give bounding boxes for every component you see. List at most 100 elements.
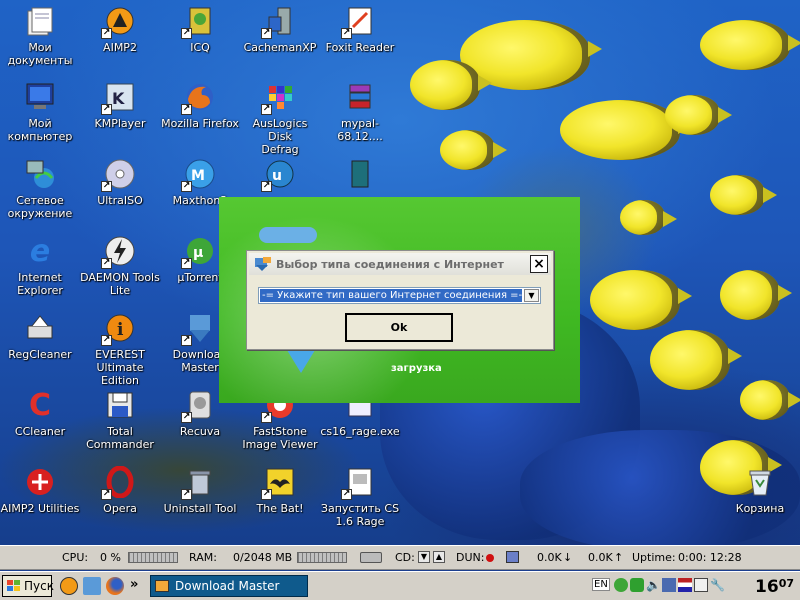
taskbar-button-download-master[interactable]: Download Master	[150, 575, 308, 597]
app-icon: u ↗	[261, 157, 297, 192]
ram-meter	[297, 552, 347, 563]
desktop-icon-daemon-tools[interactable]: ↗ DAEMON Tools Lite	[80, 234, 160, 297]
splash-caption: загрузка	[391, 363, 442, 374]
svg-text:K: K	[112, 89, 125, 108]
language-indicator[interactable]: EN	[592, 578, 610, 591]
upload-speed: 0.0K	[588, 551, 613, 564]
exe-file-icon: ↗	[341, 465, 377, 500]
desktop-icon-icq[interactable]: ↗ ICQ	[160, 4, 240, 54]
cd-up-button[interactable]: ▲	[433, 551, 445, 563]
network-tray-icon[interactable]	[662, 578, 676, 592]
desktop-icon-my-documents[interactable]: Мои документы	[0, 4, 80, 67]
icon-label: cs16_rage.exe	[320, 425, 400, 438]
desktop-icon-cachemanxp[interactable]: ↗ CachemanXP	[240, 4, 320, 54]
svg-text:u: u	[272, 168, 282, 184]
cpu-label: CPU:	[62, 551, 89, 564]
start-label: Пуск	[24, 579, 54, 593]
bat-icon: ↗	[261, 465, 297, 500]
tools-tray-icon[interactable]: 🔧	[710, 578, 725, 592]
download-master-quicklaunch-icon[interactable]	[83, 577, 101, 595]
start-button[interactable]: Пуск	[2, 575, 54, 597]
cd-label: CD:	[395, 551, 415, 564]
icon-label: UltraISO	[97, 194, 143, 207]
desktop-icon-opera[interactable]: ↗ Opera	[80, 465, 160, 515]
ok-button[interactable]: Ok	[345, 313, 453, 342]
icon-label: KMPlayer	[94, 117, 146, 130]
desktop-icon-network[interactable]: Сетевое окружение	[0, 157, 80, 220]
svg-text:M: M	[191, 168, 205, 184]
quicklaunch-chevron[interactable]: »	[130, 577, 138, 592]
cpu-value: 0 %	[100, 551, 121, 564]
cd-down-button[interactable]: ▼	[418, 551, 430, 563]
firefox-icon: ↗	[181, 80, 217, 115]
desktop-icon-auslogics[interactable]: ↗ AusLogics Disk Defrag	[240, 80, 320, 156]
desktop-icon-foxit[interactable]: ↗ Foxit Reader	[320, 4, 400, 54]
desktop-icon-ccleaner[interactable]: C CCleaner	[0, 388, 80, 439]
icon-label: Opera	[103, 502, 137, 515]
icon-label: Foxit Reader	[325, 41, 395, 54]
desktop-icon-everest[interactable]: i ↗ EVEREST Ultimate Edition	[80, 311, 160, 387]
icon-label: FastStone Image Viewer	[242, 425, 318, 451]
aimp2-quicklaunch-icon[interactable]	[60, 577, 78, 595]
dun-label: DUN:	[456, 551, 485, 564]
clock-hour: 16	[755, 577, 779, 597]
download-speed: 0.0K	[537, 551, 562, 564]
desktop-icon-my-computer[interactable]: Мой компьютер	[0, 80, 80, 143]
desktop-icon-hidden-1[interactable]: u ↗	[240, 157, 320, 194]
firefox-quicklaunch-icon[interactable]	[106, 577, 124, 595]
desktop-icon-mypal[interactable]: mypal-68.12....	[320, 80, 400, 143]
icon-label: Сетевое окружение	[7, 194, 73, 220]
desktop-icon-run-cs[interactable]: ↗ Запустить CS 1.6 Rage	[320, 465, 400, 528]
desktop-icon-ultraiso[interactable]: ↗ UltraISO	[80, 157, 160, 207]
daemon-tools-icon: ↗	[101, 234, 137, 269]
computer-icon	[23, 80, 57, 114]
desktop-icon-aimp2-utilities[interactable]: AIMP2 Utilities	[0, 465, 80, 515]
desktop-icon-the-bat[interactable]: ↗ The Bat!	[240, 465, 320, 515]
desktop-icon-regcleaner[interactable]: RegCleaner	[0, 311, 80, 361]
icon-label: Total Commander	[86, 425, 154, 451]
taskbar: Пуск » Download Master EN 🔈 🔧 1607	[0, 571, 800, 600]
icon-label: Мой компьютер	[7, 117, 73, 143]
uptime-label: Uptime:	[632, 551, 676, 564]
tray-icon-green[interactable]	[630, 578, 644, 592]
icon-label: mypal-68.12....	[337, 117, 383, 143]
desktop-icon-uninstall-tool[interactable]: ↗ Uninstall Tool	[160, 465, 240, 515]
aimp2-icon: ↗	[101, 4, 137, 39]
icon-label: Internet Explorer	[17, 271, 63, 297]
connection-type-dialog: Выбор типа соединения с Интернет × -= Ук…	[246, 250, 554, 350]
dialog-titlebar[interactable]: Выбор типа соединения с Интернет ×	[249, 253, 551, 275]
desktop-icon-recycle-bin[interactable]: Корзина	[720, 465, 800, 515]
clock[interactable]: 1607	[755, 577, 794, 597]
close-button[interactable]: ×	[530, 255, 548, 273]
opera-icon: ↗	[101, 465, 137, 500]
recycle-bin-icon	[743, 465, 777, 499]
svg-text:i: i	[117, 320, 124, 340]
flag-tray-icon[interactable]	[678, 578, 692, 592]
download-master-icon	[155, 580, 169, 592]
speaker-icon[interactable]: 🔈	[646, 578, 661, 592]
icon-label: Мои документы	[7, 41, 73, 67]
icon-label: Uninstall Tool	[163, 502, 237, 515]
chevron-down-icon[interactable]: ▼	[524, 289, 539, 302]
desktop-icon-aimp2[interactable]: ↗ AIMP2	[80, 4, 160, 54]
dialog-title: Выбор типа соединения с Интернет	[276, 257, 504, 271]
desktop-icon-firefox[interactable]: ↗ Mozilla Firefox	[160, 80, 240, 130]
dun-status-icon	[486, 554, 494, 562]
desktop-icon-hidden-2[interactable]	[320, 157, 400, 194]
icon-label: CachemanXP	[243, 41, 317, 54]
icon-label: The Bat!	[256, 502, 304, 515]
icon-label: RegCleaner	[8, 348, 72, 361]
arrow-down-icon: ↓	[563, 551, 573, 564]
icon-label: Mozilla Firefox	[161, 117, 239, 130]
network-icon	[506, 551, 519, 563]
ram-label: RAM:	[189, 551, 217, 564]
desktop-icon-kmplayer[interactable]: K ↗ KMPlayer	[80, 80, 160, 130]
mail-tray-icon[interactable]	[694, 578, 708, 592]
utorrent-tray-icon[interactable]	[614, 578, 628, 592]
connection-type-select[interactable]: -= Укажите тип вашего Интернет соединени…	[258, 287, 541, 304]
icon-label: AIMP2 Utilities	[0, 502, 80, 515]
icon-label: Корзина	[735, 502, 785, 515]
desktop-icon-internet-explorer[interactable]: e Internet Explorer	[0, 234, 80, 298]
uptime-value: 0:00: 12:28	[678, 551, 742, 564]
desktop-icon-total-commander[interactable]: Total Commander	[80, 388, 160, 451]
